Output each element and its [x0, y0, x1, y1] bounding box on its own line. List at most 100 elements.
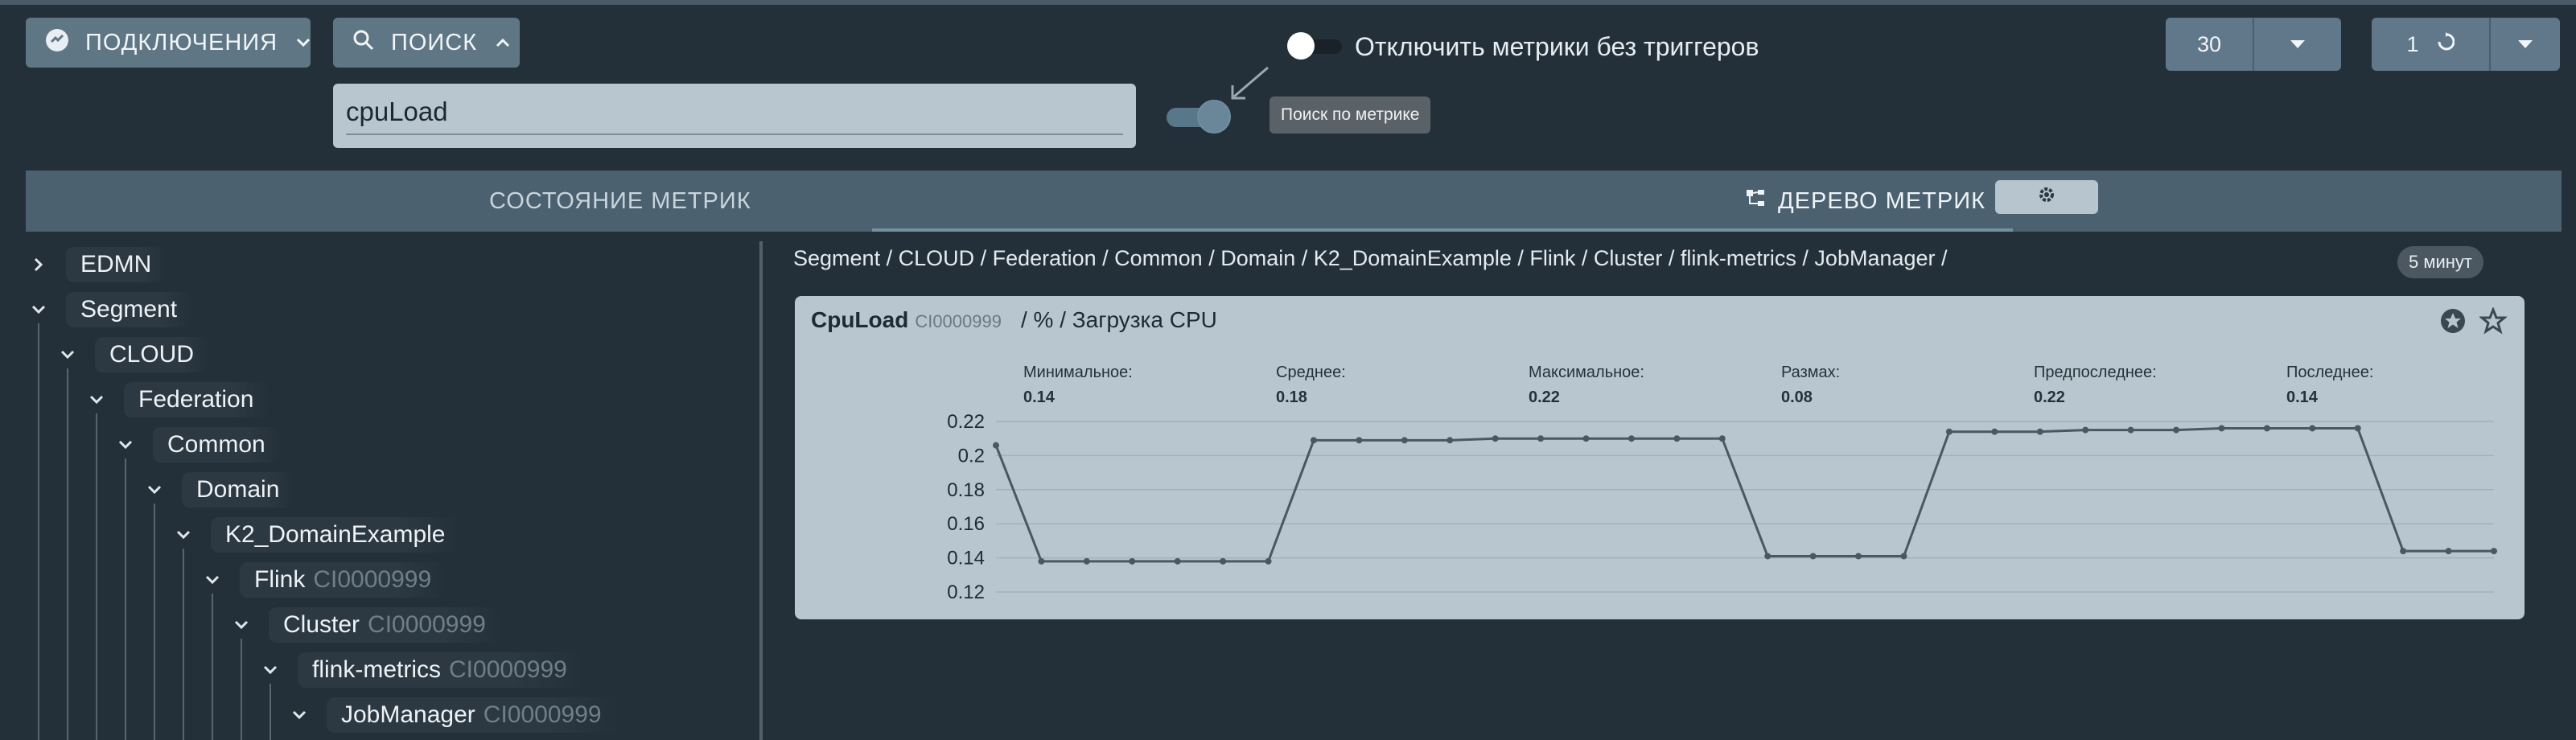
data-point[interactable]	[2354, 425, 2361, 432]
data-point[interactable]	[1627, 435, 1635, 442]
tree-node[interactable]: Segment	[23, 291, 192, 328]
data-point[interactable]	[1083, 557, 1090, 565]
data-point[interactable]	[1220, 557, 1227, 565]
data-point[interactable]	[1718, 435, 1726, 442]
data-point[interactable]	[1174, 557, 1181, 565]
connections-button[interactable]: ПОДКЛЮЧЕНИЯ	[26, 18, 311, 68]
tree-node[interactable]: K2_DomainExample	[167, 516, 460, 553]
tree-node-label[interactable]: JobManager CI0000999	[327, 697, 616, 733]
toggle-knob	[1197, 100, 1231, 134]
data-point[interactable]	[1900, 553, 1907, 560]
tree-settings-button[interactable]	[1995, 180, 2098, 214]
chevron-down-icon[interactable]	[167, 530, 200, 540]
data-point[interactable]	[2173, 426, 2180, 434]
tree-node-label[interactable]: Flink CI0000999	[240, 562, 446, 598]
tree-node-label[interactable]: Domain	[182, 472, 294, 508]
data-point[interactable]	[2491, 548, 2497, 555]
tree-node[interactable]: flink-metrics CI0000999	[254, 652, 582, 689]
metric-search-tooltip: Поиск по метрике	[1269, 97, 1431, 134]
data-point[interactable]	[1265, 557, 1272, 565]
chevron-right-icon[interactable]	[23, 257, 55, 272]
data-point[interactable]	[2445, 548, 2452, 555]
tree-node-label[interactable]: K2_DomainExample	[211, 517, 460, 553]
count-selector[interactable]: 30	[2166, 18, 2341, 71]
tree-node-label[interactable]: Federation	[124, 382, 269, 417]
refresh-value: 1	[2406, 31, 2419, 56]
caret-down-icon[interactable]	[2491, 18, 2560, 71]
metric-line-chart: 0.22 0.2 0.18 0.16 0.14 0.12	[947, 411, 2497, 603]
data-point[interactable]	[1038, 557, 1045, 565]
tree-node-label[interactable]: CLOUD	[95, 337, 209, 372]
data-point[interactable]	[1537, 435, 1545, 442]
tree-node-label[interactable]: flink-metrics CI0000999	[298, 652, 582, 688]
tree-node[interactable]: Domain	[138, 471, 294, 508]
data-point[interactable]	[1582, 435, 1590, 442]
tree-guide-line	[38, 323, 39, 740]
tree-node-label[interactable]: Cluster CI0000999	[269, 607, 500, 643]
data-point[interactable]	[1855, 553, 1862, 560]
data-point[interactable]	[1129, 557, 1136, 565]
tree-node-name: Segment	[80, 296, 178, 323]
search-input[interactable]	[346, 97, 1123, 135]
chevron-down-icon[interactable]	[23, 305, 55, 314]
refresh-interval[interactable]: 1	[2372, 18, 2489, 71]
data-point[interactable]	[2309, 425, 2316, 432]
tree-guide-line	[212, 594, 213, 740]
chevron-down-icon[interactable]	[254, 665, 286, 675]
data-point[interactable]	[2082, 426, 2089, 434]
data-point[interactable]	[2218, 425, 2225, 432]
data-point[interactable]	[2263, 425, 2270, 432]
data-point[interactable]	[1764, 553, 1772, 560]
data-point[interactable]	[2127, 426, 2134, 434]
chevron-down-icon[interactable]	[283, 710, 315, 720]
data-point[interactable]	[1809, 553, 1817, 560]
tree-node-label[interactable]: EDMN	[66, 247, 167, 282]
disable-metrics-toggle[interactable]	[1287, 32, 1348, 60]
tree-node[interactable]: Flink CI0000999	[196, 561, 446, 598]
search-field	[333, 84, 1136, 148]
chevron-down-icon[interactable]	[225, 620, 257, 630]
tree-node[interactable]: CLOUD	[51, 336, 209, 373]
metric-card: CpuLoad CI0000999/ % / Загрузка CPU Миним…	[795, 296, 2525, 619]
tree-node-name: Domain	[196, 476, 280, 503]
chevron-down-icon[interactable]	[109, 440, 142, 450]
chevron-down-icon[interactable]	[80, 395, 113, 405]
chevron-down-icon[interactable]	[196, 575, 228, 585]
tree-guide-line	[125, 458, 126, 740]
pane-divider[interactable]	[759, 241, 763, 740]
tree-node-name: Common	[167, 431, 265, 458]
tooltip-arrow-icon	[1231, 66, 1269, 100]
data-point[interactable]	[1492, 435, 1499, 442]
time-range-badge[interactable]: 5 минут	[2397, 246, 2483, 278]
tree-node[interactable]: Cluster CI0000999	[225, 606, 500, 643]
tree-node[interactable]: EDMN	[23, 246, 167, 283]
data-point[interactable]	[1310, 437, 1317, 444]
data-point[interactable]	[1673, 435, 1681, 442]
chevron-down-icon[interactable]	[51, 350, 84, 360]
data-point[interactable]	[1991, 428, 1998, 435]
data-point[interactable]	[2036, 428, 2043, 435]
metric-search-toggle[interactable]	[1167, 100, 1234, 134]
tree-node-label[interactable]: Segment	[66, 292, 192, 327]
data-point[interactable]	[1356, 437, 1363, 444]
tree-node[interactable]: Common	[109, 426, 280, 463]
data-point[interactable]	[1446, 437, 1454, 444]
data-point[interactable]	[2400, 548, 2407, 555]
tree-node-name: CLOUD	[109, 341, 195, 368]
y-tick-label: 0.22	[947, 411, 985, 433]
tree-node-name: K2_DomainExample	[225, 521, 446, 548]
tree-guide-line	[67, 368, 68, 740]
chevron-down-icon[interactable]	[138, 485, 171, 495]
tree-node[interactable]: Federation	[80, 381, 269, 418]
data-point[interactable]	[1401, 437, 1408, 444]
tree-node-label[interactable]: Common	[153, 427, 280, 462]
tab-metric-tree[interactable]: ДЕРЕВО МЕТРИК	[1746, 171, 1985, 232]
tree-node[interactable]: JobManager CI0000999	[283, 697, 616, 734]
refresh-selector[interactable]: 1	[2372, 18, 2560, 71]
tab-metric-state[interactable]: СОСТОЯНИЕ МЕТРИК	[489, 171, 751, 232]
caret-down-icon[interactable]	[2254, 18, 2341, 71]
tab-label: СОСТОЯНИЕ МЕТРИК	[489, 187, 751, 214]
data-point[interactable]	[993, 442, 999, 449]
data-point[interactable]	[1945, 428, 1953, 435]
search-toggle-button[interactable]: ПОИСК	[333, 18, 520, 68]
